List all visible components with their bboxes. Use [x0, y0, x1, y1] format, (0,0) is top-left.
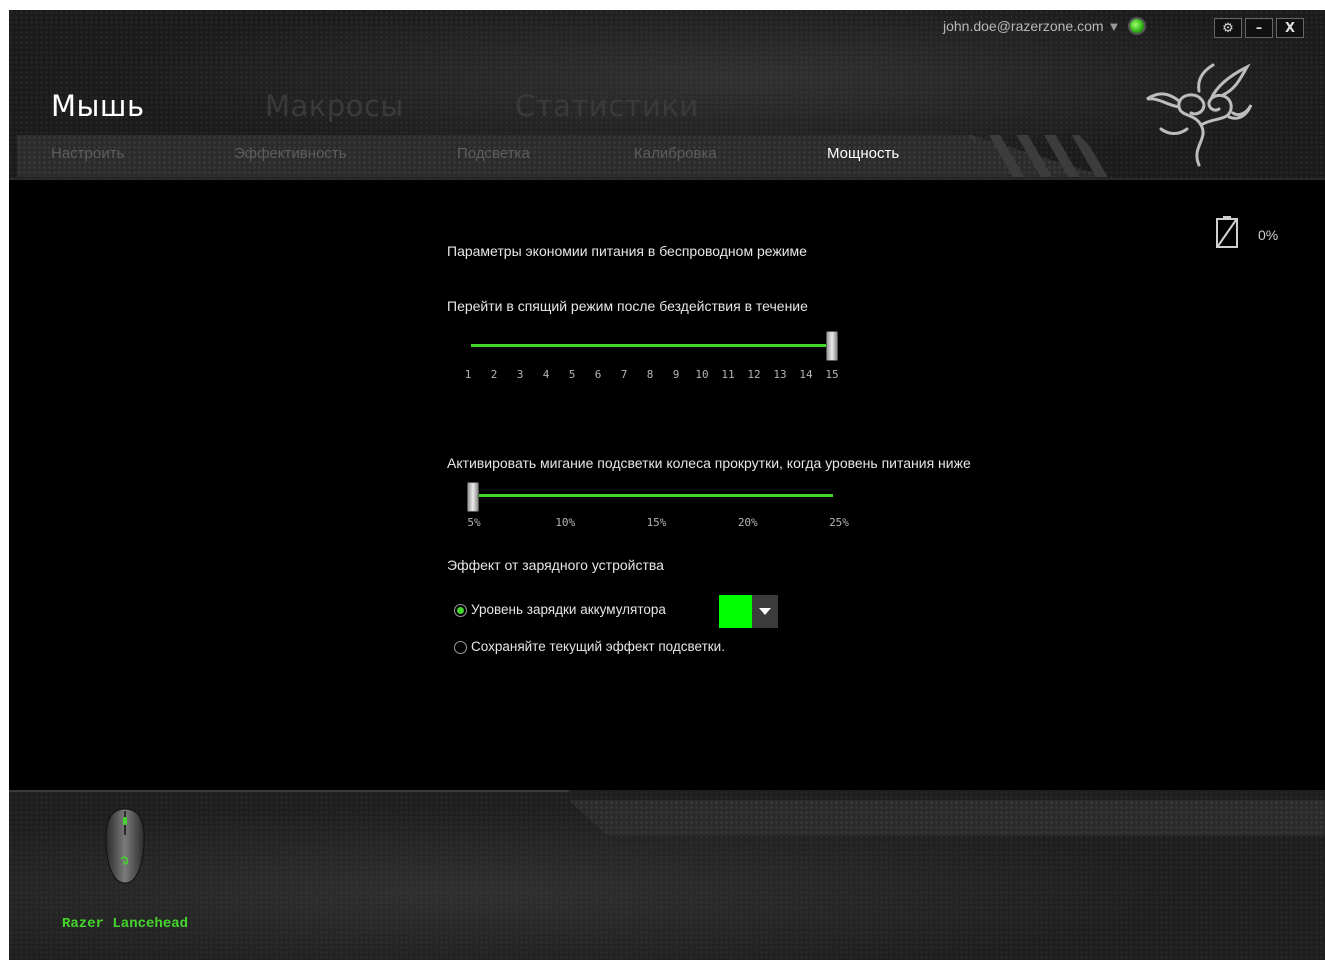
- sleep-tick-label: 2: [490, 368, 498, 381]
- sleep-tick-label: 8: [646, 368, 654, 381]
- sleep-label: Перейти в спящий режим после бездействия…: [447, 298, 808, 314]
- sleep-tick-label: 12: [747, 368, 761, 381]
- sleep-tick-label: 1: [464, 368, 472, 381]
- synapse-window: john.doe@razerzone.com ▼ ⚙ – X Мышь Макр…: [9, 10, 1325, 960]
- blink-tick-label: 5%: [467, 516, 481, 529]
- power-section-title: Параметры экономии питания в беспроводно…: [447, 243, 807, 259]
- option-battery-level-label[interactable]: Уровень зарядки аккумулятора: [471, 602, 666, 617]
- tab-mouse[interactable]: Мышь: [51, 89, 145, 123]
- charger-effect-title: Эффект от зарядного устройства: [447, 557, 664, 573]
- option-keep-effect-label[interactable]: Сохраняйте текущий эффект подсветки.: [471, 639, 725, 654]
- blink-label: Активировать мигание подсветки колеса пр…: [447, 455, 971, 471]
- radio-battery-level[interactable]: [454, 604, 467, 617]
- settings-button[interactable]: ⚙: [1214, 18, 1242, 38]
- subtab-lighting[interactable]: Подсветка: [457, 145, 530, 162]
- footer-edge: [9, 790, 569, 792]
- online-status-icon: [1130, 19, 1145, 33]
- sleep-tick-label: 10: [695, 368, 709, 381]
- blink-tick-label: 20%: [737, 516, 758, 529]
- account-area[interactable]: john.doe@razerzone.com ▼: [943, 18, 1145, 34]
- sleep-tick-label: 15: [825, 368, 839, 381]
- power-panel: [9, 180, 1325, 790]
- subtab-power[interactable]: Мощность: [827, 145, 899, 162]
- sleep-tick-label: 9: [672, 368, 680, 381]
- sleep-tick-label: 7: [620, 368, 628, 381]
- sleep-tick-label: 4: [542, 368, 550, 381]
- minimize-button[interactable]: –: [1245, 18, 1273, 38]
- sleep-tick-label: 3: [516, 368, 524, 381]
- window-controls: ⚙ – X: [1211, 18, 1304, 38]
- footer-band: [569, 800, 1325, 836]
- sleep-tick-label: 6: [594, 368, 602, 381]
- sleep-slider-track[interactable]: [471, 344, 833, 347]
- razer-logo-icon: [1146, 63, 1253, 167]
- close-button[interactable]: X: [1276, 18, 1304, 38]
- battery-percent: 0%: [1258, 227, 1279, 243]
- subtab-calibration[interactable]: Калибровка: [634, 145, 717, 162]
- account-dropdown-icon[interactable]: ▼: [1108, 19, 1121, 34]
- color-dropdown-button[interactable]: [752, 595, 778, 628]
- mouse-device-icon[interactable]: [99, 807, 151, 887]
- blink-tick-label: 10%: [555, 516, 576, 529]
- blink-slider-track[interactable]: [471, 494, 833, 497]
- sleep-tick-label: 11: [721, 368, 735, 381]
- subtab-performance[interactable]: Эффективность: [234, 145, 347, 162]
- blink-tick-label: 25%: [829, 516, 849, 529]
- sleep-tick-label: 13: [773, 368, 787, 381]
- radio-keep-effect[interactable]: [454, 641, 467, 654]
- tab-stats[interactable]: Статистики: [515, 89, 699, 123]
- color-swatch[interactable]: [719, 595, 752, 628]
- account-email[interactable]: john.doe@razerzone.com: [943, 18, 1104, 34]
- blink-slider-thumb[interactable]: [467, 482, 479, 512]
- battery-icon: [1216, 216, 1238, 248]
- blink-tick-label: 15%: [646, 516, 667, 529]
- sleep-slider-thumb[interactable]: [826, 331, 838, 361]
- sleep-tick-label: 14: [799, 368, 813, 381]
- subtab-customize[interactable]: Настроить: [51, 145, 124, 162]
- sub-tabs-bar: [17, 135, 1107, 177]
- sleep-tick-label: 5: [568, 368, 576, 381]
- device-name[interactable]: Razer Lancehead: [62, 916, 188, 932]
- tab-macros[interactable]: Макросы: [265, 89, 404, 123]
